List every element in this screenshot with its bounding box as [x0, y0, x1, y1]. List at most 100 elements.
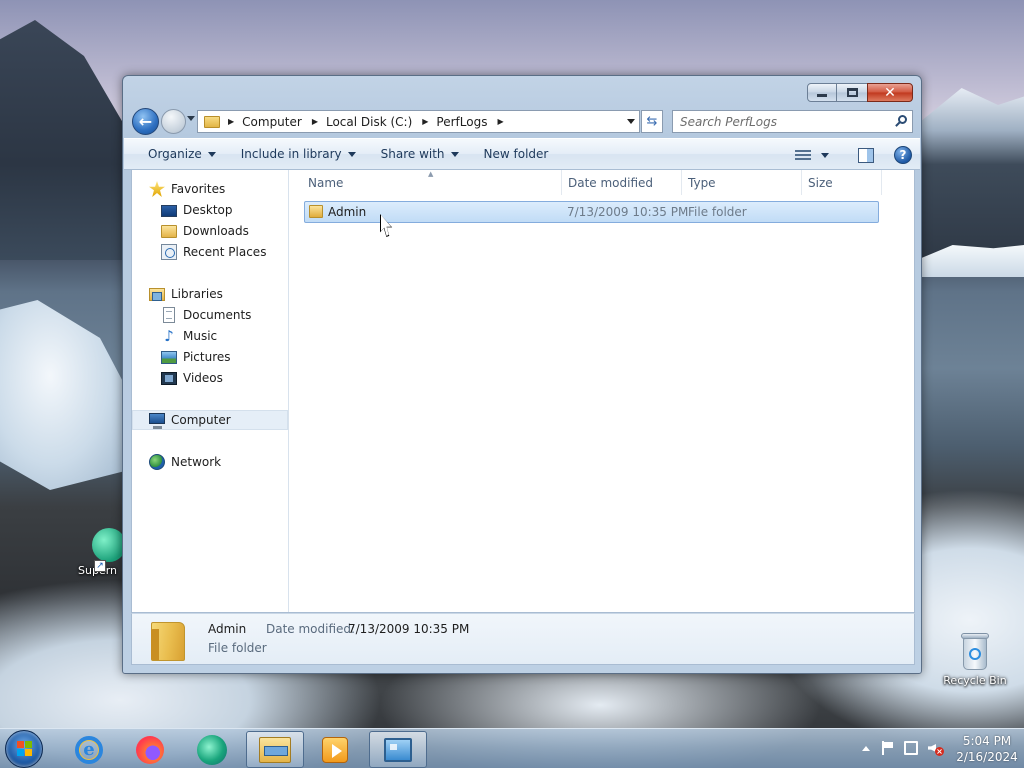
address-history-dropdown[interactable] — [627, 119, 635, 124]
file-explorer-icon — [259, 736, 291, 763]
preview-pane-icon[interactable] — [858, 147, 874, 163]
clock-time: 5:04 PM — [962, 734, 1012, 748]
taskbar-remote-desktop[interactable] — [369, 731, 427, 768]
recycle-bin[interactable]: Recycle Bin — [940, 630, 1010, 687]
details-date-value: 7/13/2009 10:35 PM — [348, 622, 470, 636]
nav-desktop[interactable]: Desktop — [161, 200, 233, 220]
star-icon — [149, 181, 165, 197]
videos-icon — [161, 371, 177, 385]
firefox-icon — [136, 735, 164, 764]
breadcrumb-perflogs[interactable]: PerfLogs — [436, 115, 487, 129]
taskbar-media-player[interactable] — [306, 731, 364, 768]
chevron-right-icon[interactable]: ▶ — [312, 117, 318, 126]
nav-recent-places[interactable]: Recent Places — [161, 242, 266, 262]
refresh-button[interactable]: ⇆ — [641, 110, 663, 133]
taskbar: e × 5:04 PM 2/16/2024 — [0, 728, 1024, 768]
file-list[interactable]: ▲ Name Date modified Type Size Admin 7/1… — [290, 170, 914, 612]
start-button[interactable] — [5, 730, 43, 768]
forward-button[interactable] — [161, 109, 186, 134]
details-pane: Admin File folder Date modified: 7/13/20… — [131, 613, 915, 665]
nav-videos[interactable]: Videos — [161, 368, 223, 388]
refresh-icon: ⇆ — [646, 114, 658, 129]
nav-label: Computer — [171, 413, 231, 427]
back-button[interactable]: ← — [132, 108, 159, 135]
search-box[interactable] — [672, 110, 913, 133]
column-label: Name — [308, 175, 344, 190]
libraries-icon — [149, 287, 165, 301]
column-header-date-modified[interactable]: Date modified — [562, 170, 682, 195]
desktop-shortcut[interactable]: ↗ Supern — [78, 528, 128, 577]
nav-computer[interactable]: Computer — [132, 410, 288, 430]
background-mountain — [920, 88, 1024, 258]
maximize-icon — [846, 88, 858, 97]
share-with-button[interactable]: Share with — [373, 140, 467, 168]
breadcrumb-computer[interactable]: Computer — [242, 115, 302, 129]
maximize-button[interactable] — [836, 83, 868, 102]
details-view-icon — [795, 148, 811, 162]
share-with-label: Share with — [380, 147, 445, 161]
search-icon[interactable] — [894, 115, 908, 129]
taskbar-firefox[interactable] — [121, 731, 179, 768]
organize-button[interactable]: Organize — [140, 140, 224, 168]
desktop-icon-label: Recycle Bin — [943, 674, 1007, 687]
nav-documents[interactable]: Documents — [161, 305, 251, 325]
column-header-name[interactable]: Name — [290, 170, 562, 195]
pictures-icon — [161, 350, 177, 364]
network-status-icon[interactable] — [904, 741, 918, 755]
navigation-pane[interactable]: Favorites Desktop Downloads Recent Place… — [132, 170, 289, 612]
recent-pages-dropdown[interactable] — [187, 116, 195, 121]
view-controls: ? — [790, 142, 912, 168]
taskbar-internet-explorer[interactable]: e — [60, 731, 118, 768]
nav-favorites[interactable]: Favorites — [149, 179, 225, 199]
nav-downloads[interactable]: Downloads — [161, 221, 249, 241]
edge-icon — [197, 734, 227, 765]
nav-label: Downloads — [183, 224, 249, 238]
nav-network[interactable]: Network — [149, 452, 221, 472]
column-header-size[interactable]: Size — [802, 170, 882, 195]
details-date-label: Date modified: — [266, 622, 356, 636]
help-icon[interactable]: ? — [894, 146, 912, 164]
nav-music[interactable]: ♪ Music — [161, 326, 217, 346]
chevron-down-icon[interactable] — [821, 152, 829, 158]
taskbar-edge[interactable] — [183, 731, 241, 768]
action-center-flag-icon[interactable] — [882, 741, 894, 755]
file-row-admin[interactable]: Admin 7/13/2009 10:35 PM File folder — [304, 201, 879, 223]
organize-label: Organize — [148, 147, 202, 161]
volume-muted-icon[interactable]: × — [928, 741, 944, 757]
show-hidden-icons-button[interactable] — [862, 746, 870, 751]
app-shortcut-icon — [92, 528, 126, 562]
breadcrumb-local-disk[interactable]: Local Disk (C:) — [326, 115, 412, 129]
column-header-type[interactable]: Type — [682, 170, 802, 195]
file-date-modified: 7/13/2009 10:35 PM — [567, 205, 689, 219]
chevron-right-icon[interactable]: ▶ — [422, 117, 428, 126]
details-type: File folder — [208, 641, 267, 655]
change-view-button[interactable] — [790, 142, 834, 168]
recent-places-icon — [161, 244, 177, 260]
internet-explorer-icon: e — [75, 735, 103, 764]
close-button[interactable]: ✕ — [867, 83, 913, 102]
chevron-right-icon[interactable]: ▶ — [228, 117, 234, 126]
clock[interactable]: 5:04 PM 2/16/2024 — [952, 733, 1022, 765]
background-ice — [0, 300, 125, 490]
address-bar[interactable]: ▶ Computer ▶ Local Disk (C:) ▶ PerfLogs … — [197, 110, 640, 133]
file-name: Admin — [328, 205, 367, 219]
nav-label: Libraries — [171, 287, 223, 301]
nav-label: Desktop — [183, 203, 233, 217]
caption-buttons: ✕ — [807, 83, 913, 102]
explorer-window: ✕ ← ▶ Computer ▶ Local Disk (C:) ▶ PerfL… — [122, 75, 922, 674]
media-player-icon — [322, 736, 348, 763]
minimize-button[interactable] — [807, 83, 837, 102]
chevron-right-icon[interactable]: ▶ — [497, 117, 503, 126]
column-label: Date modified — [568, 175, 654, 190]
system-tray: × 5:04 PM 2/16/2024 — [834, 729, 1024, 768]
column-label: Type — [688, 175, 716, 190]
nav-libraries[interactable]: Libraries — [149, 284, 223, 304]
downloads-folder-icon — [161, 224, 177, 238]
taskbar-file-explorer[interactable] — [246, 731, 304, 768]
new-folder-button[interactable]: New folder — [476, 140, 557, 168]
search-input[interactable] — [680, 114, 880, 129]
include-in-library-button[interactable]: Include in library — [233, 140, 364, 168]
background-mountain — [0, 20, 140, 260]
navigation-bar: ← ▶ Computer ▶ Local Disk (C:) ▶ PerfLog… — [131, 107, 913, 135]
nav-pictures[interactable]: Pictures — [161, 347, 231, 367]
